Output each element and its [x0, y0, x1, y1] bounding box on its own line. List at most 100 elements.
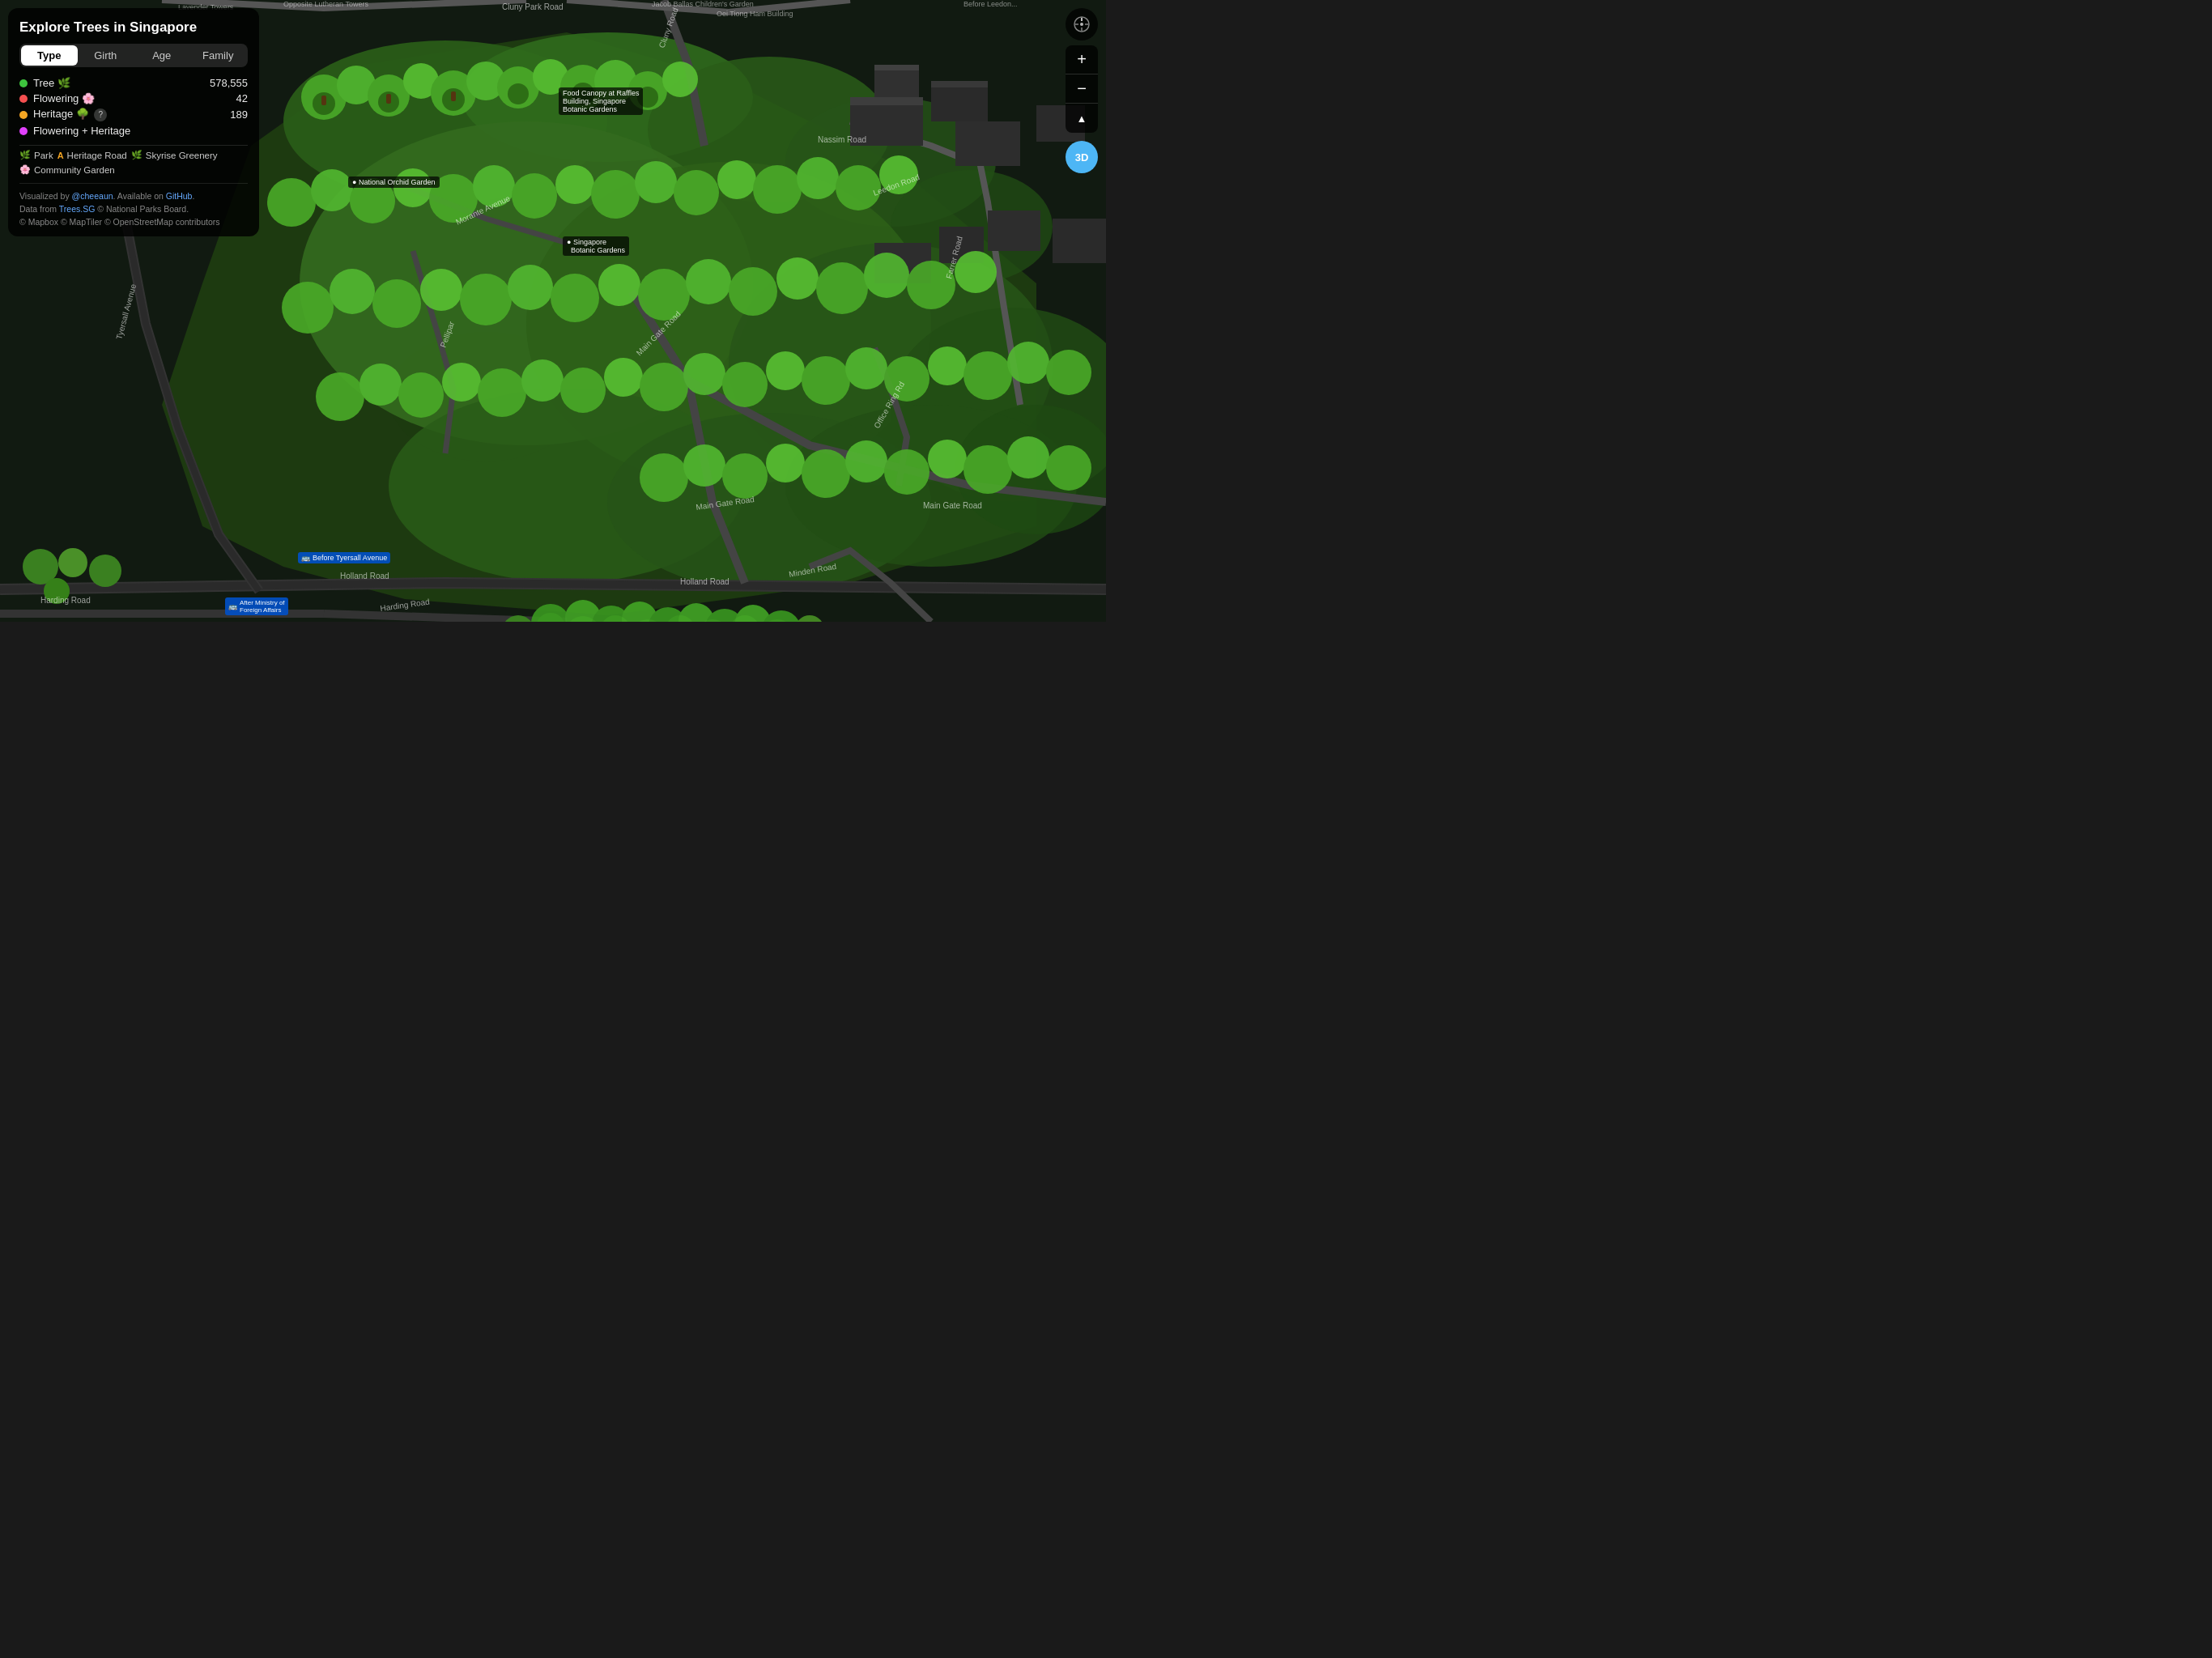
svg-point-70 [512, 173, 557, 219]
compass-north-button[interactable]: ▲ [1066, 104, 1098, 133]
svg-point-128 [1046, 445, 1091, 491]
svg-point-74 [674, 170, 719, 215]
svg-point-73 [635, 161, 677, 203]
tree-dot [19, 79, 28, 87]
svg-text:Holland Road: Holland Road [680, 577, 730, 586]
svg-point-87 [598, 264, 640, 306]
heritage-question[interactable]: ? [94, 108, 107, 121]
svg-point-77 [797, 157, 839, 199]
tab-age[interactable]: Age [134, 45, 190, 66]
svg-point-72 [591, 170, 640, 219]
svg-rect-96 [321, 96, 326, 105]
svg-point-99 [316, 372, 364, 421]
location-pin-orchid-garden: ● National Orchid Garden [348, 176, 440, 188]
svg-point-101 [398, 372, 444, 418]
flowering-heritage-label: Flowering + Heritage [33, 125, 130, 137]
credits-line3: © Mapbox © MapTiler © OpenStreetMap cont… [19, 216, 248, 229]
svg-point-92 [816, 262, 868, 314]
legend-flowering-heritage: Flowering + Heritage [19, 125, 248, 137]
tag-community-garden: 🌸 Community Garden [19, 164, 248, 175]
svg-text:Cluny Park Road: Cluny Park Road [502, 2, 564, 11]
tag-park-label: Park [34, 151, 53, 160]
place-tags: 🌿 Park A Heritage Road 🌿 Skyrise Greener… [19, 145, 248, 175]
tag-heritage-road-label: Heritage Road [67, 151, 127, 160]
svg-point-116 [1007, 342, 1049, 384]
tree-count: 578,555 [210, 77, 248, 89]
heritage-count: 189 [230, 108, 248, 121]
tab-girth[interactable]: Girth [78, 45, 134, 66]
svg-point-33 [58, 548, 87, 577]
svg-point-126 [963, 445, 1012, 494]
svg-point-102 [442, 363, 481, 402]
tab-bar: Type Girth Age Family [19, 44, 248, 67]
credits-line1: Visualized by @cheeaun. Available on Git… [19, 190, 248, 203]
svg-point-88 [638, 269, 690, 321]
svg-text:Harding Road: Harding Road [40, 596, 91, 605]
legend-heritage: Heritage 🌳 ? 189 [19, 108, 248, 121]
compass-button[interactable] [1066, 8, 1098, 40]
flowering-label: Flowering 🌸 [33, 92, 95, 104]
svg-point-64 [267, 178, 316, 227]
svg-point-100 [359, 363, 402, 406]
svg-point-67 [393, 168, 432, 207]
flowering-count: 42 [236, 92, 248, 104]
svg-rect-98 [451, 91, 456, 101]
info-panel: Explore Trees in Singapore Type Girth Ag… [8, 8, 259, 236]
flowering-dot [19, 95, 28, 103]
svg-point-65 [311, 169, 353, 211]
tag-community-label: Community Garden [34, 165, 115, 175]
svg-text:Before Leedon...: Before Leedon... [963, 0, 1018, 8]
svg-point-104 [521, 359, 564, 402]
svg-text:Opposite Lutheran Towers: Opposite Lutheran Towers [283, 0, 368, 8]
legend-tree: Tree 🌿 578,555 [19, 77, 248, 89]
svg-text:Main Gate Road: Main Gate Road [923, 501, 982, 510]
svg-point-120 [722, 453, 768, 499]
panel-title: Explore Trees in Singapore [19, 19, 248, 36]
tag-skyrise-label: Skyrise Greenery [146, 151, 218, 160]
svg-point-123 [845, 440, 887, 483]
credits-line2: Data from Trees.SG © National Parks Boar… [19, 203, 248, 216]
tag-heritage-road: A Heritage Road [57, 150, 127, 160]
svg-point-108 [683, 353, 725, 395]
svg-rect-21 [850, 97, 923, 105]
svg-point-118 [640, 453, 688, 502]
flowering-heritage-dot [19, 127, 28, 135]
three-d-button[interactable]: 3D [1066, 141, 1098, 173]
tag-skyrise: 🌿 Skyrise Greenery [131, 150, 218, 160]
location-pin-botanic: ● Singapore Botanic Gardens [563, 236, 629, 256]
svg-point-115 [963, 351, 1012, 400]
bus-stop-before-tyersall: 🚌Before Tyersall Avenue [298, 552, 390, 563]
svg-rect-26 [955, 121, 1020, 166]
tab-type[interactable]: Type [21, 45, 78, 66]
svg-point-89 [686, 259, 731, 304]
svg-point-85 [508, 265, 553, 310]
svg-point-76 [753, 165, 802, 214]
svg-point-57 [662, 62, 698, 97]
zoom-out-button[interactable]: − [1066, 74, 1098, 104]
svg-point-84 [460, 274, 512, 325]
svg-point-125 [928, 440, 967, 478]
svg-point-107 [640, 363, 688, 411]
legend: Tree 🌿 578,555 Flowering 🌸 42 Heritage 🌳… [19, 77, 248, 137]
svg-point-114 [928, 346, 967, 385]
tab-family[interactable]: Family [190, 45, 247, 66]
bus-stop-after-ministry: 🚌After Ministry ofForeign Affairs [225, 597, 288, 615]
svg-text:Holland Road: Holland Road [340, 572, 389, 580]
svg-point-121 [766, 444, 805, 483]
svg-point-106 [604, 358, 643, 397]
svg-point-91 [776, 257, 819, 300]
svg-point-71 [555, 165, 594, 204]
svg-point-75 [717, 160, 756, 199]
svg-point-90 [729, 267, 777, 316]
zoom-in-button[interactable]: + [1066, 45, 1098, 74]
svg-rect-31 [1053, 219, 1106, 263]
svg-point-124 [884, 449, 929, 495]
svg-point-83 [420, 269, 462, 311]
location-pin-food-canopy: Food Canopy at RafflesBuilding, Singapor… [559, 87, 643, 115]
svg-point-80 [282, 282, 334, 334]
svg-point-171 [1080, 23, 1083, 26]
svg-point-105 [560, 368, 606, 413]
svg-point-117 [1046, 350, 1091, 395]
svg-rect-97 [386, 94, 391, 104]
svg-text:Nassim Road: Nassim Road [818, 135, 866, 144]
